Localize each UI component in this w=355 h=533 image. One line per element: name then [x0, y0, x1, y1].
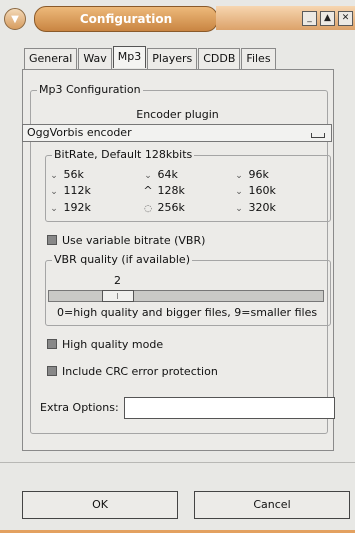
minimize-icon[interactable]: _: [302, 11, 317, 26]
vbr-quality-slider[interactable]: [48, 290, 324, 302]
checkbox-icon: [47, 339, 57, 349]
radio-320k[interactable]: ⌄ 320k: [233, 201, 276, 214]
radio-off-icon: ⌄: [50, 204, 58, 214]
radio-off-icon: ⌄: [144, 171, 152, 181]
vbr-checkbox-label: Use variable bitrate (VBR): [62, 234, 206, 247]
crc-label: Include CRC error protection: [62, 365, 218, 378]
radio-192k[interactable]: ⌄ 192k: [48, 201, 91, 214]
tab-mp3[interactable]: Mp3: [112, 46, 147, 68]
tab-cddb[interactable]: CDDB: [198, 48, 241, 69]
vbr-help-text: 0=high quality and bigger files, 9=small…: [57, 306, 318, 319]
extra-options-input[interactable]: [124, 397, 335, 419]
radio-64k[interactable]: ⌄ 64k: [142, 168, 178, 181]
radio-label: 128k: [157, 184, 185, 197]
close-icon[interactable]: ✕: [338, 11, 353, 26]
vbr-checkbox[interactable]: Use variable bitrate (VBR): [47, 234, 205, 247]
tab-wav[interactable]: Wav: [78, 48, 112, 69]
window-menu-icon[interactable]: ▼: [4, 8, 26, 30]
radio-on-icon: ^: [143, 184, 153, 197]
maximize-icon[interactable]: ▲: [320, 11, 335, 26]
window-title: Configuration: [34, 6, 218, 32]
encoder-plugin-label: Encoder plugin: [136, 108, 219, 121]
radio-128k[interactable]: ^ 128k: [142, 184, 185, 197]
radio-label: 64k: [157, 168, 178, 181]
tab-general[interactable]: General: [24, 48, 78, 69]
vbr-quality-value: 2: [114, 274, 121, 287]
mp3-config-label: Mp3 Configuration: [37, 83, 143, 96]
slider-thumb[interactable]: [102, 290, 134, 302]
radio-off-icon: ◌: [144, 204, 152, 214]
radio-off-icon: ⌄: [50, 187, 58, 197]
vbr-quality-label: VBR quality (if available): [52, 253, 192, 266]
radio-56k[interactable]: ⌄ 56k: [48, 168, 84, 181]
crc-checkbox[interactable]: Include CRC error protection: [47, 365, 218, 378]
cancel-button[interactable]: Cancel: [194, 491, 350, 519]
radio-label: 256k: [157, 201, 185, 214]
checkbox-icon: [47, 366, 57, 376]
encoder-selected: OggVorbis encoder: [27, 126, 132, 139]
radio-label: 192k: [63, 201, 91, 214]
bitrate-label: BitRate, Default 128kbits: [52, 148, 195, 161]
radio-label: 320k: [248, 201, 276, 214]
radio-off-icon: ⌄: [50, 171, 58, 181]
high-quality-label: High quality mode: [62, 338, 164, 351]
radio-label: 56k: [63, 168, 84, 181]
separator: [0, 462, 355, 463]
ok-button[interactable]: OK: [22, 491, 178, 519]
radio-off-icon: ⌄: [235, 204, 243, 214]
radio-off-icon: ⌄: [235, 171, 243, 181]
radio-160k[interactable]: ⌄ 160k: [233, 184, 276, 197]
checkbox-icon: [47, 235, 57, 245]
dropdown-handle-icon: [311, 133, 325, 138]
title-bar: ▼ Configuration _ ▲ ✕: [0, 0, 355, 36]
extra-options-label: Extra Options:: [40, 401, 119, 414]
radio-112k[interactable]: ⌄ 112k: [48, 184, 91, 197]
tab-bar: General Wav Mp3 Players CDDB Files: [24, 46, 277, 70]
radio-label: 96k: [248, 168, 269, 181]
radio-label: 112k: [63, 184, 91, 197]
radio-label: 160k: [248, 184, 276, 197]
radio-off-icon: ⌄: [235, 187, 243, 197]
tab-players[interactable]: Players: [147, 48, 198, 69]
radio-96k[interactable]: ⌄ 96k: [233, 168, 269, 181]
tab-files[interactable]: Files: [241, 48, 276, 69]
encoder-dropdown[interactable]: OggVorbis encoder: [22, 124, 332, 142]
high-quality-checkbox[interactable]: High quality mode: [47, 338, 163, 351]
radio-256k[interactable]: ◌ 256k: [142, 201, 185, 214]
